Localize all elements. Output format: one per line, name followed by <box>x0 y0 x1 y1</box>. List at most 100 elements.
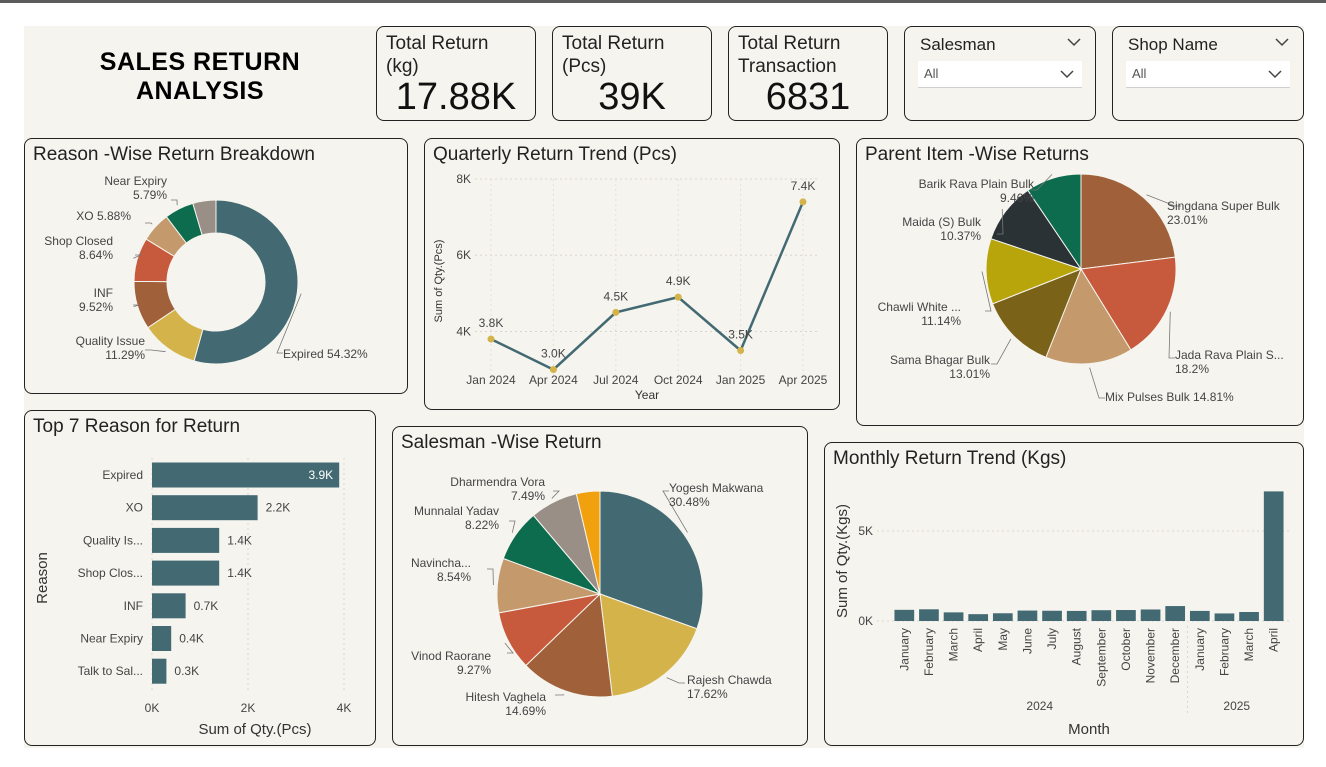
leader-line <box>666 677 685 684</box>
top-reasons-panel: Top 7 Reason for Return 0K 2K 4K Expired 3.9… <box>24 410 376 746</box>
parent-item-pie-chart: Singdana Super Bulk23.01% Jada Rava Plain… <box>878 174 1284 404</box>
data-label: 4.9K <box>666 274 691 288</box>
report-title-line2: ANALYSIS <box>135 77 265 105</box>
slice-label: Mix Pulses Bulk 14.81% <box>1105 390 1234 404</box>
bar <box>943 612 964 621</box>
panel-title: Reason -Wise Return Breakdown <box>33 144 315 165</box>
bar <box>1116 610 1136 621</box>
data-label: 3.8K <box>479 316 504 330</box>
slicer-title: Salesman <box>920 35 996 54</box>
salesman-slicer[interactable]: Salesman All <box>904 26 1096 121</box>
salesman-panel: Salesman -Wise Return Yogesh Makwana 30.4… <box>392 426 808 746</box>
reason-donut-chart: Expired 54.32% Quality Issue11.29% INF9.52… <box>44 174 368 365</box>
shop-name-dropdown[interactable]: All <box>1126 61 1290 88</box>
dropdown-value: All <box>924 66 939 81</box>
bar <box>919 609 939 621</box>
x-tick-label: Jan 2025 <box>716 373 766 387</box>
monthly-bar-chart: 0K 5K January February March April May June July… <box>834 491 1290 738</box>
y-tick-label: 8K <box>456 173 471 186</box>
leader-line <box>145 349 166 353</box>
slice-pct-label: 17.62% <box>687 687 728 701</box>
data-point <box>737 347 745 355</box>
y-tick-label: Talk to Sal... <box>78 664 143 678</box>
shop-name-slicer[interactable]: Shop Name All <box>1112 26 1304 121</box>
kpi-label: Total Return Transaction <box>738 33 841 77</box>
x-tick-label: 2K <box>241 701 256 715</box>
leader-line <box>509 520 516 533</box>
x-tick-label: November <box>1144 628 1158 683</box>
x-tick-label: February <box>922 628 936 676</box>
pie-slice <box>1080 174 1176 270</box>
leader-line <box>551 490 560 499</box>
year-label: 2025 <box>1223 699 1250 713</box>
x-tick-label: June <box>1020 628 1034 654</box>
data-label: 0.7K <box>194 599 219 613</box>
slice-label: XO 5.88% <box>76 209 131 223</box>
slicer-title: Shop Name <box>1128 35 1218 54</box>
x-tick-label: February <box>1217 628 1231 676</box>
kpi-value: 39K <box>598 76 666 118</box>
data-point <box>799 198 807 206</box>
y-tick-label: 0K <box>858 614 873 628</box>
bar <box>152 495 258 521</box>
y-tick-label: INF <box>124 599 143 613</box>
y-axis-title: Sum of Qty.(Pcs) <box>433 240 445 323</box>
x-tick-label: January <box>897 628 911 671</box>
chevron-down-icon[interactable] <box>1060 69 1074 79</box>
bar <box>1189 610 1210 621</box>
data-point <box>487 335 495 343</box>
kpi-card-total-return-transaction: Total Return Transaction 6831 <box>728 26 888 121</box>
slice-label: Yogesh Makwana <box>669 481 764 495</box>
bar <box>152 560 220 586</box>
salesman-dropdown[interactable]: All <box>918 61 1082 88</box>
bar <box>152 658 167 684</box>
slice-label: Vinod Raorane <box>411 649 491 663</box>
slice-label: Rajesh Chawda <box>687 673 772 687</box>
x-tick-label: Jan 2024 <box>466 373 516 387</box>
slice-label: Sama Bhagar Bulk <box>890 353 991 367</box>
slice-pct-label: 13.01% <box>949 367 990 381</box>
kpi-card-total-return-pcs: Total Return (Pcs) 39K <box>552 26 712 121</box>
bar <box>152 527 220 553</box>
x-tick-label: April <box>1267 628 1281 652</box>
kpi-value: 6831 <box>765 76 851 118</box>
bar <box>152 593 186 619</box>
panel-title: Quarterly Return Trend (Pcs) <box>433 144 677 165</box>
bar <box>894 609 915 621</box>
data-label: 0.4K <box>179 632 204 646</box>
x-axis-title: Month <box>1068 721 1110 738</box>
bar <box>1140 609 1161 621</box>
x-tick-label: 4K <box>337 701 352 715</box>
x-tick-label: Apr 2025 <box>779 373 828 387</box>
data-label: 1.4K <box>227 533 252 547</box>
slice-pct-label: 14.69% <box>505 704 546 718</box>
chevron-down-icon[interactable] <box>1275 37 1289 47</box>
bar <box>1042 610 1062 621</box>
slice-pct-label: 18.2% <box>1175 362 1209 376</box>
y-tick-label: Expired <box>102 468 143 482</box>
slice-pct-label: 11.29% <box>105 348 145 362</box>
slice-label: Munnalal Yadav <box>414 504 499 518</box>
x-tick-label: October <box>1119 628 1133 671</box>
data-label: 7.4K <box>791 179 816 193</box>
chevron-down-icon[interactable] <box>1067 37 1081 47</box>
data-point <box>612 308 620 316</box>
slice-pct-label: 23.01% <box>1167 213 1208 227</box>
reason-breakdown-panel: Reason -Wise Return Breakdown Expired 54… <box>24 138 408 394</box>
y-axis-title: Reason <box>34 552 51 604</box>
bar <box>1066 610 1087 621</box>
slice-label: Maida (S) Bulk <box>902 215 982 229</box>
slice-pct-label: 9.27% <box>457 663 491 677</box>
slice-label: Hitesh Vaghela <box>466 690 547 704</box>
chevron-down-icon[interactable] <box>1268 69 1282 79</box>
slice-label: Navincha... <box>411 556 471 570</box>
leader-line <box>991 338 1012 365</box>
x-tick-label: January <box>1193 628 1207 671</box>
x-tick-label: December <box>1168 628 1182 683</box>
panel-title: Monthly Return Trend (Kgs) <box>833 448 1067 469</box>
bar <box>1091 610 1112 621</box>
slice-label: Dharmendra Vora <box>450 475 545 489</box>
y-tick-label: 6K <box>456 248 471 262</box>
top-border-line <box>0 0 1326 3</box>
kpi-card-total-return-kg: Total Return (kg) 17.88K <box>376 26 536 121</box>
